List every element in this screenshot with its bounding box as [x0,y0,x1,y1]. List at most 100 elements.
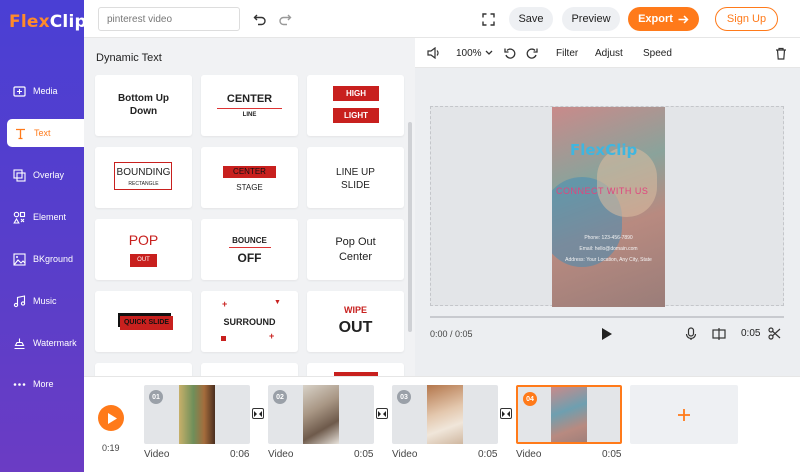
rotate-left-icon[interactable] [504,38,517,68]
template-line: STAGE [236,183,263,192]
transition-icon [254,410,262,417]
clip-thumbnail [427,385,463,444]
preview-email[interactable]: Email: hello@domain.com [552,246,665,252]
chevron-down-icon [485,50,493,56]
scissors-icon[interactable] [768,327,781,340]
text-template-line-up-slide[interactable]: LINE UP SLIDE [307,147,404,208]
template-line: Down [129,106,158,117]
text-template-highlight[interactable]: HIGH LIGHT [307,75,404,136]
save-button[interactable]: Save [509,7,553,31]
duration-readout: 0:05 [741,328,761,339]
timeline-clip-3[interactable]: 03 [392,385,498,444]
template-line: CENTER [223,166,276,178]
clip-duration: 0:06 [230,449,250,460]
clip-label: Video [144,449,170,460]
project-name-input[interactable] [98,7,240,31]
transition-button[interactable] [500,408,512,419]
plus-mark: + [222,299,228,309]
sidebar-item-background[interactable]: BKground [0,245,84,273]
sidebar-item-label: Media [33,86,58,96]
sidebar-item-overlay[interactable]: Overlay [0,161,84,189]
time-readout: 0:00 / 0:05 [430,329,473,339]
volume-icon[interactable] [427,38,441,68]
app-logo[interactable]: FlexClip [9,12,87,32]
clip-thumbnail [179,385,215,444]
preview-address[interactable]: Address: Your Location, Any City, State [552,257,665,263]
split-icon[interactable] [712,327,726,341]
clip-label: Video [516,449,542,460]
template-line: SURROUND [223,317,276,327]
export-label: Export [638,13,673,25]
text-template-surround[interactable]: + ▼ SURROUND + [201,291,298,352]
sidebar-item-label: Overlay [33,170,65,180]
template-divider [229,247,271,248]
more-icon [12,377,26,391]
fullscreen-icon[interactable] [480,11,496,27]
text-template-bounding-rectangle[interactable]: BOUNDING RECTANGLE [95,147,192,208]
playback-progress-bar[interactable] [430,316,784,318]
sidebar-item-music[interactable]: Music [0,287,84,315]
preview-play-icon[interactable] [601,327,613,341]
zoom-select[interactable]: 100% [456,38,493,68]
text-template-quick-slide[interactable]: QUICK SLIDE [95,291,192,352]
sidebar-item-watermark[interactable]: Watermark [0,329,84,357]
arrow-right-icon [678,14,689,24]
undo-icon[interactable] [252,11,268,27]
text-template-bottom-up-down[interactable]: Bottom Up Down [95,75,192,136]
current-time: 0:19 [102,443,120,453]
filter-button[interactable]: Filter [556,38,578,68]
preview-tagline[interactable]: CONNECT WITH US [556,186,648,196]
canvas-area[interactable]: FlexClip CONNECT WITH US Phone: 123-456-… [430,106,784,307]
text-template-partial[interactable] [201,363,298,376]
transition-button[interactable] [252,408,264,419]
text-template-bounce-off[interactable]: BOUNCE OFF [201,219,298,280]
template-line: BOUNDING [116,167,171,178]
text-template-pop-out[interactable]: POP OUT [95,219,192,280]
preview-logo[interactable]: FlexClip [570,141,637,159]
text-template-pop-out-center[interactable]: Pop Out Center [307,219,404,280]
text-template-partial[interactable] [307,363,404,376]
sign-up-button[interactable]: Sign Up [715,7,778,31]
preview-phone[interactable]: Phone: 123-456-7890 [552,235,665,241]
template-line: BOUNCE [232,236,267,245]
clip-thumbnail [303,385,339,444]
timeline-play-button[interactable] [98,405,124,431]
clip-number: 01 [149,390,163,404]
timeline-clip-1[interactable]: 01 [144,385,250,444]
square-mark [221,336,226,341]
text-template-center-stage[interactable]: CENTER STAGE [201,147,298,208]
overlay-icon [12,168,26,182]
text-template-partial[interactable] [95,363,192,376]
app-root: FlexClip Media Text Overlay Element BKgr… [0,0,800,472]
trash-icon[interactable] [775,38,787,68]
export-button[interactable]: Export [628,7,699,31]
sidebar-item-media[interactable]: Media [0,77,84,105]
clip-number: 03 [397,390,411,404]
plus-mark: + [269,331,275,341]
clip-number: 02 [273,390,287,404]
panel-scrollbar[interactable] [408,122,412,332]
transition-button[interactable] [376,408,388,419]
sidebar-item-element[interactable]: Element [0,203,84,231]
add-clip-button[interactable] [630,385,738,444]
clip-duration: 0:05 [354,449,374,460]
sidebar-item-label: Music [33,296,57,306]
watermark-icon [12,336,26,350]
speed-button[interactable]: Speed [643,38,672,68]
text-template-wipe-out[interactable]: WIPE OUT [307,291,404,352]
preview-button[interactable]: Preview [562,7,620,31]
sidebar-item-text[interactable]: Text [7,119,84,147]
text-template-center-line[interactable]: CENTER LINE [201,75,298,136]
clip-thumbnail [551,387,587,442]
timeline-clip-2[interactable]: 02 [268,385,374,444]
microphone-icon[interactable] [685,327,697,341]
video-preview[interactable]: FlexClip CONNECT WITH US Phone: 123-456-… [552,107,665,307]
element-icon [12,210,26,224]
sidebar-item-more[interactable]: More [0,370,84,398]
adjust-button[interactable]: Adjust [595,38,623,68]
redo-icon[interactable] [277,11,293,27]
background-icon [12,252,26,266]
timeline-clip-4[interactable]: 04 [516,385,622,444]
clip-duration: 0:05 [602,449,622,460]
rotate-right-icon[interactable] [525,38,538,68]
